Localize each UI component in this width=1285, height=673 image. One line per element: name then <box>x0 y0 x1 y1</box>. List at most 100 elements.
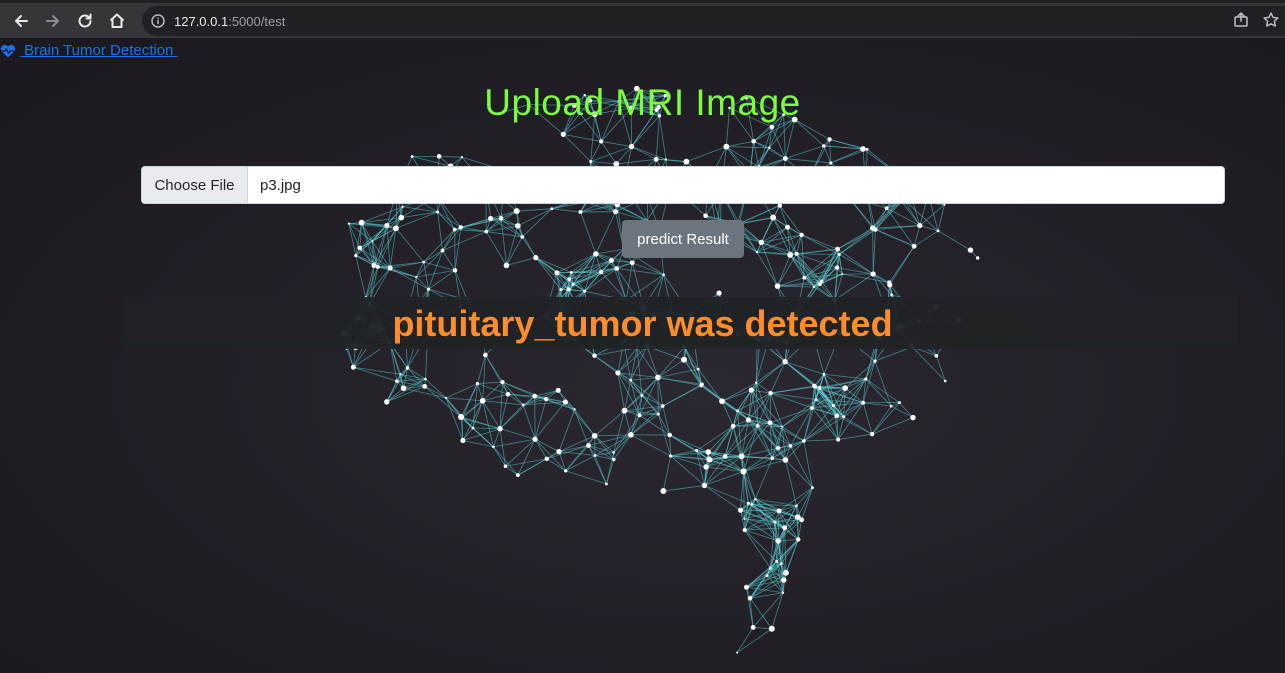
network-edge <box>482 400 524 406</box>
network-node <box>836 437 841 442</box>
brand-link[interactable]: Brain Tumor Detection <box>0 42 178 59</box>
network-edge <box>937 230 971 251</box>
network-edge <box>445 383 478 399</box>
network-node <box>861 400 866 405</box>
network-node <box>621 407 628 414</box>
network-node <box>781 577 787 583</box>
network-node <box>513 208 520 215</box>
network-edge <box>588 445 607 485</box>
network-edge <box>631 146 657 160</box>
network-node <box>799 232 804 238</box>
network-edge <box>499 428 506 467</box>
network-edge <box>770 392 817 401</box>
network-edge <box>863 402 892 407</box>
network-edge <box>777 285 815 288</box>
network-node <box>422 260 426 264</box>
network-edge <box>353 366 398 382</box>
network-edge <box>736 628 773 653</box>
network-node <box>818 386 822 390</box>
network-node <box>736 651 739 654</box>
network-node <box>483 352 488 358</box>
info-icon[interactable] <box>151 14 165 28</box>
network-edge <box>482 354 486 401</box>
network-edge <box>790 445 813 488</box>
network-node <box>667 432 673 438</box>
network-node <box>782 457 789 463</box>
network-node <box>555 387 561 393</box>
bookmark-star-icon[interactable] <box>1262 11 1280 29</box>
network-node <box>887 282 893 288</box>
choose-file-button[interactable]: Choose File <box>142 167 248 203</box>
home-button[interactable] <box>104 8 130 34</box>
network-node <box>458 225 464 230</box>
network-node <box>745 417 752 423</box>
network-node <box>835 246 840 252</box>
network-node <box>562 399 568 405</box>
network-edge <box>641 377 659 396</box>
network-node <box>503 262 510 269</box>
network-edge <box>657 413 671 436</box>
network-node <box>864 377 868 381</box>
network-node <box>681 356 688 363</box>
network-node <box>768 625 775 632</box>
network-edge <box>899 402 914 418</box>
network-node <box>765 574 769 578</box>
network-node <box>532 436 538 442</box>
network-edge <box>760 242 778 287</box>
network-edge <box>749 597 773 629</box>
predict-result-button[interactable]: predict Result <box>622 220 744 258</box>
network-node <box>795 504 798 508</box>
prediction-result: pituitary_tumor was detected <box>392 303 893 344</box>
network-edge <box>803 439 839 442</box>
network-node <box>768 146 771 149</box>
network-edge <box>843 402 864 418</box>
brand-label[interactable]: Brain Tumor Detection <box>20 42 178 59</box>
network-edge <box>594 355 631 381</box>
network-node <box>723 143 730 150</box>
network-node <box>358 219 365 226</box>
network-node <box>746 501 750 505</box>
network-edge <box>386 387 404 403</box>
network-node <box>834 265 840 270</box>
network-edge <box>493 446 519 476</box>
network-node <box>605 482 608 486</box>
network-node <box>589 159 593 163</box>
file-upload-field[interactable]: Choose File p3.jpg <box>141 166 1225 204</box>
network-node <box>873 359 877 363</box>
back-button[interactable] <box>8 8 34 34</box>
network-node <box>628 143 635 150</box>
network-edge <box>601 141 632 147</box>
network-node <box>460 437 466 444</box>
network-node <box>471 426 475 430</box>
network-node <box>890 293 893 297</box>
network-node <box>703 464 709 470</box>
network-node <box>701 482 708 489</box>
reload-button[interactable] <box>72 8 98 34</box>
network-node <box>730 423 736 429</box>
network-node <box>559 288 563 292</box>
network-node <box>755 251 759 254</box>
address-bar[interactable]: 127.0.0.1:5000/test <box>142 6 1285 36</box>
network-node <box>401 205 404 208</box>
network-node <box>782 359 788 365</box>
network-edge <box>752 592 784 628</box>
url-path: :5000/test <box>228 14 286 29</box>
network-edge <box>785 145 824 159</box>
network-edge <box>630 377 658 381</box>
network-node <box>500 379 505 385</box>
network-node <box>452 268 458 273</box>
selected-file-name: p3.jpg <box>260 176 301 194</box>
home-icon <box>109 13 125 28</box>
url-text: 127.0.0.1:5000/test <box>174 14 285 29</box>
network-node <box>550 207 554 211</box>
network-node <box>393 225 399 232</box>
network-node <box>831 404 835 408</box>
network-edge <box>796 234 802 255</box>
network-edge <box>565 455 596 472</box>
network-edge <box>889 246 915 286</box>
forward-button[interactable] <box>40 8 66 34</box>
network-edge <box>630 347 638 381</box>
network-node <box>564 469 568 473</box>
share-icon[interactable] <box>1232 11 1250 29</box>
network-edge <box>844 387 864 404</box>
